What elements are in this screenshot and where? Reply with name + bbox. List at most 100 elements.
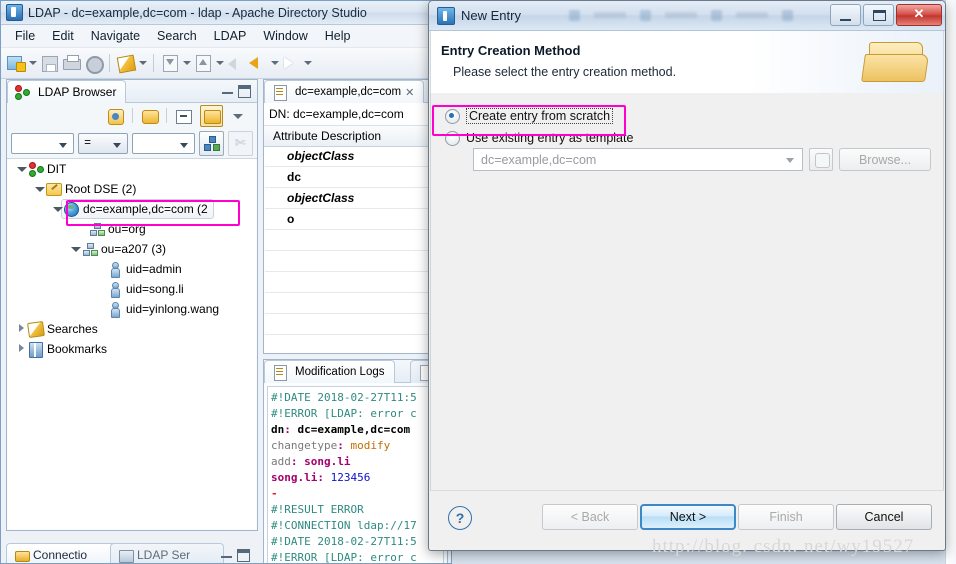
- twisty-icon[interactable]: [70, 239, 81, 259]
- twisty-icon[interactable]: [16, 339, 27, 359]
- browse-button[interactable]: Browse...: [839, 148, 931, 171]
- refresh-icon[interactable]: [104, 105, 127, 127]
- tree-node-label: ou=a207 (3): [101, 242, 167, 256]
- log-line: -: [271, 487, 278, 500]
- chevron-down-icon[interactable]: [270, 53, 279, 73]
- twisty-icon[interactable]: [16, 319, 27, 339]
- quick-filter-icon[interactable]: [199, 130, 225, 156]
- radio-button-icon[interactable]: [445, 108, 460, 124]
- table-row[interactable]: dc: [265, 167, 446, 188]
- filter-operator-combo[interactable]: =: [78, 132, 129, 154]
- tree-node-dit[interactable]: DIT: [8, 159, 256, 179]
- template-entry-combo[interactable]: dc=example,dc=com: [473, 148, 803, 171]
- tree-node-bookmarks[interactable]: Bookmarks: [8, 339, 256, 359]
- close-icon[interactable]: ✕: [405, 86, 414, 99]
- maximize-view-icon[interactable]: [237, 549, 250, 562]
- properties-gear-icon[interactable]: [83, 53, 104, 74]
- radio-create-from-scratch[interactable]: Create entry from scratch: [445, 106, 614, 126]
- radio-use-existing-template[interactable]: Use existing entry as template: [445, 128, 633, 148]
- menu-item-file[interactable]: File: [7, 27, 43, 45]
- clear-filter-icon[interactable]: ✄: [228, 130, 253, 156]
- tree-node-root-dse[interactable]: Root DSE (2): [8, 179, 256, 199]
- modification-logs-tabrow: Modification Logs: [264, 360, 447, 383]
- table-row[interactable]: [265, 293, 446, 314]
- highlight-pen-icon[interactable]: [116, 53, 137, 74]
- save-icon[interactable]: [39, 53, 59, 73]
- collapse-all-icon[interactable]: [172, 105, 195, 127]
- tree-node-uid-yinlong-wang[interactable]: uid=yinlong.wang: [8, 299, 256, 319]
- minimize-view-icon[interactable]: [222, 86, 233, 95]
- export-icon[interactable]: [193, 53, 213, 73]
- print-icon[interactable]: [61, 53, 81, 73]
- tab-connections[interactable]: Connectio: [6, 543, 122, 563]
- back-icon[interactable]: [248, 53, 268, 73]
- tab-entry-editor[interactable]: dc=example,dc=com ✕: [264, 80, 425, 103]
- log-line: #!DATE 2018-02-27T11:5: [271, 391, 417, 404]
- twisty-icon[interactable]: [34, 179, 45, 199]
- close-button[interactable]: ✕: [896, 4, 942, 26]
- import-icon[interactable]: [160, 53, 180, 73]
- entry-picker-icon[interactable]: [809, 148, 833, 171]
- tree-node-dc-example[interactable]: dc=example,dc=com (2: [8, 199, 256, 219]
- chevron-down-icon[interactable]: [182, 53, 191, 73]
- table-row[interactable]: [265, 335, 446, 353]
- table-row[interactable]: [265, 251, 446, 272]
- tree-node-ou-a207[interactable]: ou=a207 (3): [8, 239, 256, 259]
- menu-item-edit[interactable]: Edit: [44, 27, 82, 45]
- modification-logs-text[interactable]: #!DATE 2018-02-27T11:5 #!ERROR [LDAP: er…: [267, 386, 444, 563]
- minimize-view-icon[interactable]: [221, 550, 232, 559]
- toolbar-separator: [109, 54, 110, 72]
- chevron-down-icon[interactable]: [138, 53, 147, 73]
- cancel-button[interactable]: Cancel: [836, 504, 932, 530]
- help-button[interactable]: ?: [448, 506, 472, 530]
- view-menu-icon[interactable]: [228, 105, 251, 127]
- tree-node-searches[interactable]: Searches: [8, 319, 256, 339]
- next-button[interactable]: Next >: [640, 504, 736, 530]
- menu-item-window[interactable]: Window: [255, 27, 315, 45]
- filter-value-combo[interactable]: [132, 132, 196, 154]
- table-row[interactable]: [265, 230, 446, 251]
- table-row[interactable]: [265, 272, 446, 293]
- back-button[interactable]: < Back: [542, 504, 638, 530]
- table-row[interactable]: objectClass: [265, 146, 446, 167]
- menu-item-search[interactable]: Search: [149, 27, 205, 45]
- menu-item-ldap[interactable]: LDAP: [206, 27, 255, 45]
- tree-node-uid-song-li[interactable]: uid=song.li: [8, 279, 256, 299]
- dit-tree[interactable]: DIT Root DSE (2) dc=example,dc=com (2 ou…: [8, 158, 256, 529]
- toolbar-separator: [132, 108, 133, 123]
- menu-item-navigate[interactable]: Navigate: [83, 27, 148, 45]
- minimize-button[interactable]: [830, 4, 861, 26]
- twisty-icon[interactable]: [52, 199, 63, 219]
- tab-ldap-browser[interactable]: LDAP Browser: [7, 80, 127, 103]
- chevron-down-icon[interactable]: [215, 53, 224, 73]
- toolbar-separator: [153, 54, 154, 72]
- dialog-footer: ? < Back Next > Finish Cancel: [430, 490, 944, 549]
- attribute-table[interactable]: objectClass dc objectClass o: [265, 146, 446, 352]
- table-row[interactable]: o: [265, 209, 446, 230]
- tree-node-selection[interactable]: dc=example,dc=com (2: [61, 199, 214, 219]
- ldap-browser-toolbar: [7, 103, 257, 128]
- finish-button[interactable]: Finish: [738, 504, 834, 530]
- filter-attribute-combo[interactable]: [11, 132, 75, 154]
- root-dse-icon: [45, 181, 62, 197]
- new-entry-icon[interactable]: [6, 53, 26, 73]
- chevron-down-icon[interactable]: [303, 53, 312, 73]
- link-with-editor-icon[interactable]: [138, 105, 161, 127]
- forward-icon[interactable]: [281, 53, 301, 73]
- tree-node-uid-admin[interactable]: uid=admin: [8, 259, 256, 279]
- tab-ldap-servers[interactable]: LDAP Ser: [110, 543, 224, 563]
- tab-modification-logs[interactable]: Modification Logs: [264, 360, 395, 383]
- chevron-down-icon[interactable]: [28, 53, 37, 73]
- bottom-view-tabs: Connectio LDAP Ser: [6, 541, 258, 563]
- twisty-icon[interactable]: [16, 159, 27, 179]
- maximize-view-icon[interactable]: [238, 85, 251, 98]
- table-row[interactable]: objectClass: [265, 188, 446, 209]
- main-window: LDAP - dc=example,dc=com - ldap - Apache…: [0, 0, 452, 564]
- menu-item-help[interactable]: Help: [317, 27, 359, 45]
- maximize-button[interactable]: [863, 4, 894, 26]
- ldap-browser-view: LDAP Browser = ✄ DIT Root DSE (2) dc=exa…: [6, 79, 258, 531]
- tree-node-ou-org[interactable]: ou=org: [8, 219, 256, 239]
- table-row[interactable]: [265, 314, 446, 335]
- toggle-link-icon[interactable]: [200, 104, 223, 127]
- radio-button-icon[interactable]: [445, 130, 460, 146]
